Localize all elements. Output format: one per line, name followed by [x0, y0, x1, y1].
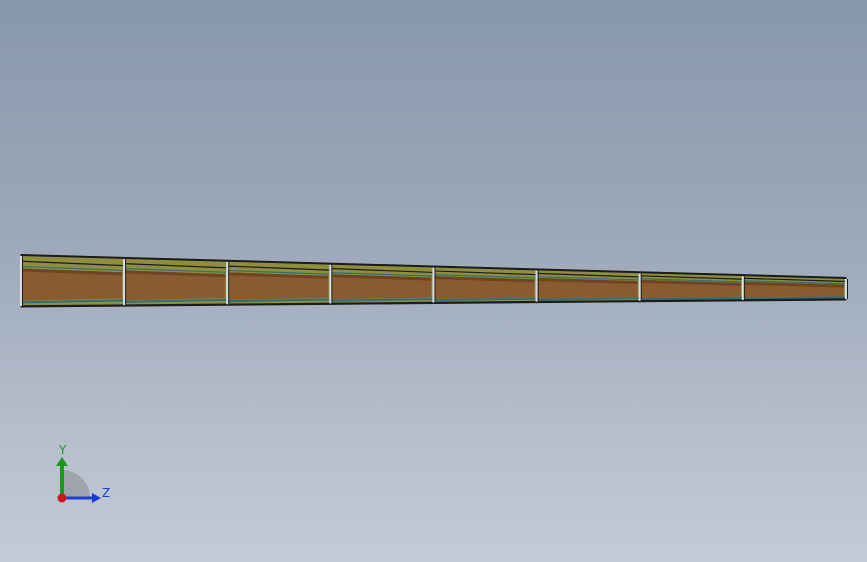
x-axis-origin-icon: [57, 493, 67, 503]
bottom-edge-line: [124, 303, 228, 306]
graphics-viewport[interactable]: Y Z: [0, 0, 867, 562]
reference-triad: Y Z: [56, 443, 110, 503]
triad-plane-shading: [62, 470, 90, 498]
bottom-rail-line: [742, 296, 847, 300]
bottom-rail-line: [639, 296, 743, 301]
y-axis-label: Y: [58, 443, 67, 457]
bottom-edge-line: [639, 299, 743, 302]
z-axis-label: Z: [102, 486, 110, 500]
beam-segments[interactable]: [19, 254, 848, 308]
bottom-rail-line: [536, 297, 640, 301]
bottom-edge-line: [227, 302, 331, 305]
bottom-edge-line: [742, 298, 847, 301]
bottom-edge-line: [20, 304, 125, 307]
tapered-beam-model[interactable]: [0, 0, 867, 562]
bottom-edge-line: [433, 300, 537, 304]
bottom-edge-line: [536, 300, 640, 303]
bottom-edge-line: [330, 301, 434, 305]
